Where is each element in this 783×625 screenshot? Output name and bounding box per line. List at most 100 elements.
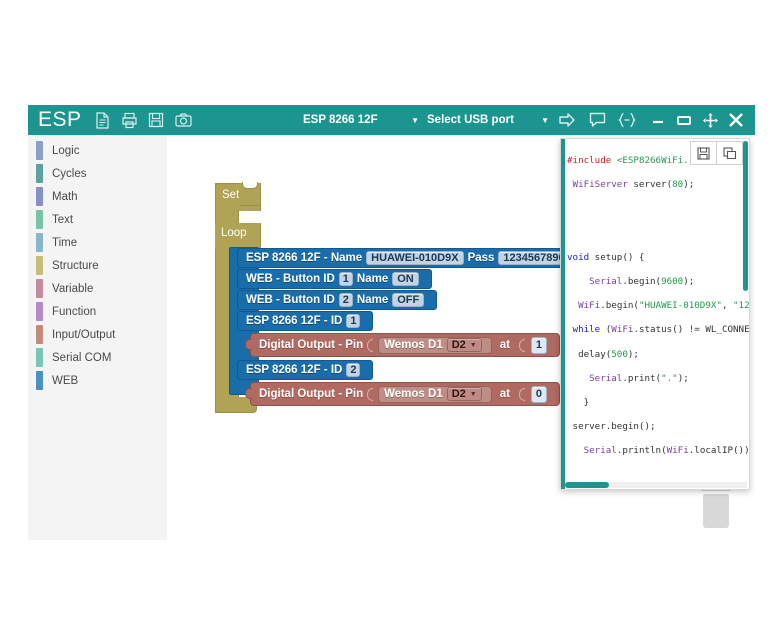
- code-line: Serial.begin(9600);: [589, 276, 695, 288]
- upload-icon[interactable]: [553, 109, 581, 131]
- minimize-button[interactable]: [645, 107, 671, 133]
- code-view-icon[interactable]: [613, 109, 641, 131]
- sidebar-item-web[interactable]: WEB: [28, 369, 167, 392]
- app-logo: ESP: [38, 108, 82, 131]
- code-panel-buttons: [690, 141, 743, 165]
- category-color-swatch: [36, 210, 43, 229]
- block-esp-id-2[interactable]: ESP 8266 12F - ID 2: [237, 360, 374, 380]
- block-loop-label: Loop: [221, 227, 247, 239]
- wifi-ssid-field[interactable]: HUAWEI-010D9X: [366, 251, 464, 265]
- block-label-2: at: [499, 339, 510, 351]
- new-document-icon[interactable]: [90, 109, 115, 131]
- sidebar-item-structure[interactable]: Structure: [28, 254, 167, 277]
- block-label: WEB - Button ID: [246, 294, 335, 306]
- pin-selector-block[interactable]: Wemos D1 D2 ▼: [378, 336, 492, 354]
- generated-code-panel[interactable]: #include <ESP8266WiFi. WiFiServer server…: [560, 138, 750, 490]
- block-connector-tab: [245, 339, 252, 350]
- sidebar-item-text[interactable]: Text: [28, 208, 167, 231]
- setup-socket: [239, 182, 261, 206]
- close-button[interactable]: [723, 107, 749, 133]
- code-line: }: [567, 396, 590, 408]
- block-digital-output-2[interactable]: Digital Output - Pin Wemos D1 D2 ▼ at 0: [245, 382, 560, 406]
- sidebar-item-label: Cycles: [52, 167, 87, 180]
- block-label: ESP 8266 12F - ID: [246, 364, 343, 376]
- pin-dropdown[interactable]: D2 ▼: [446, 338, 482, 352]
- code-line: Serial.print(".");: [589, 372, 689, 384]
- code-line: WiFi.begin("HUAWEI-010D9X", "12: [578, 300, 750, 312]
- sidebar-item-logic[interactable]: Logic: [28, 139, 167, 162]
- sidebar-item-input-output[interactable]: Input/Output: [28, 323, 167, 346]
- block-web-button-2[interactable]: WEB - Button ID 2 Name OFF: [237, 290, 438, 310]
- code-line: server.begin();: [567, 421, 656, 433]
- sidebar-item-label: Structure: [52, 259, 99, 272]
- block-connector-tab: [245, 388, 252, 399]
- pin-value: D2: [451, 388, 466, 400]
- sidebar-item-label: Logic: [52, 144, 80, 157]
- maximize-button[interactable]: [671, 107, 697, 133]
- sidebar-item-function[interactable]: Function: [28, 300, 167, 323]
- esp-id-field[interactable]: 1: [346, 314, 361, 328]
- sidebar-item-serial-com[interactable]: Serial COM: [28, 346, 167, 369]
- value-socket: [367, 338, 374, 352]
- code-copy-button[interactable]: [716, 141, 743, 165]
- pin-dropdown[interactable]: D2 ▼: [446, 387, 482, 401]
- button-name-field[interactable]: OFF: [392, 293, 425, 307]
- code-line: Serial.println(WiFi.localIP());: [583, 445, 750, 457]
- wifi-password-field[interactable]: 1234567890: [498, 251, 570, 265]
- button-id-field[interactable]: 1: [338, 272, 353, 286]
- category-color-swatch: [36, 233, 43, 252]
- code-line: while (WiFi.status() != WL_CONNE: [572, 324, 750, 336]
- sidebar-item-label: Input/Output: [52, 328, 116, 341]
- save-icon[interactable]: [144, 109, 169, 131]
- output-value-field[interactable]: 1: [530, 336, 547, 354]
- button-id-field[interactable]: 2: [338, 293, 353, 307]
- print-icon[interactable]: [117, 109, 142, 131]
- usb-port-select[interactable]: Select USB port ▼: [423, 105, 553, 135]
- pin-board-label: Wemos D1: [384, 388, 443, 400]
- block-label: WEB - Button ID: [246, 273, 335, 285]
- block-label: Digital Output - Pin: [259, 388, 364, 400]
- block-loop[interactable]: Loop: [215, 223, 261, 249]
- board-select[interactable]: ESP 8266 12F ▼: [273, 105, 423, 135]
- category-color-swatch: [36, 141, 43, 160]
- chevron-down-icon: ▼: [411, 115, 419, 125]
- code-horizontal-scrollbar-thumb[interactable]: [565, 482, 609, 488]
- block-digital-output-1[interactable]: Digital Output - Pin Wemos D1 D2 ▼ at 1: [245, 333, 560, 357]
- code-line: WiFiServer server(80);: [567, 179, 695, 191]
- pin-value: D2: [451, 339, 466, 351]
- sidebar-item-time[interactable]: Time: [28, 231, 167, 254]
- button-name-field[interactable]: ON: [392, 272, 419, 286]
- chevron-down-icon-port: ▼: [541, 115, 549, 125]
- category-color-swatch: [36, 187, 43, 206]
- usb-port-label: Select USB port: [427, 114, 514, 126]
- sidebar-item-label: Math: [52, 190, 78, 203]
- code-panel-rail: [561, 139, 565, 489]
- app-root: ESP ESP 8266 12F ▼ Select USB port ▼ Log…: [0, 0, 783, 625]
- output-value-field[interactable]: 0: [530, 385, 547, 403]
- block-label-2: Name: [356, 294, 389, 306]
- code-line: delay(500);: [567, 348, 639, 360]
- code-vertical-scrollbar[interactable]: [743, 141, 748, 291]
- sidebar-item-cycles[interactable]: Cycles: [28, 162, 167, 185]
- trash-can[interactable]: [699, 483, 733, 528]
- code-save-button[interactable]: [690, 141, 717, 165]
- sidebar-item-variable[interactable]: Variable: [28, 277, 167, 300]
- code-line: void setup() {: [567, 251, 645, 263]
- block-esp-name-pass[interactable]: ESP 8266 12F - Name HUAWEI-010D9X Pass 1…: [237, 248, 583, 268]
- move-button[interactable]: [697, 107, 723, 133]
- serial-monitor-icon[interactable]: [583, 109, 611, 131]
- block-web-button-1[interactable]: WEB - Button ID 1 Name ON: [237, 269, 432, 289]
- esp-id-field[interactable]: 2: [346, 363, 361, 377]
- block-esp-id-1[interactable]: ESP 8266 12F - ID 1: [237, 311, 374, 331]
- sidebar-item-label: Time: [52, 236, 78, 249]
- category-color-swatch: [36, 256, 43, 275]
- board-select-label: ESP 8266 12F: [303, 114, 378, 126]
- camera-icon[interactable]: [171, 109, 196, 131]
- block-label: ESP 8266 12F - ID: [246, 315, 343, 327]
- sidebar-item-math[interactable]: Math: [28, 185, 167, 208]
- block-label: Digital Output - Pin: [259, 339, 364, 351]
- pin-selector-block[interactable]: Wemos D1 D2 ▼: [378, 385, 492, 403]
